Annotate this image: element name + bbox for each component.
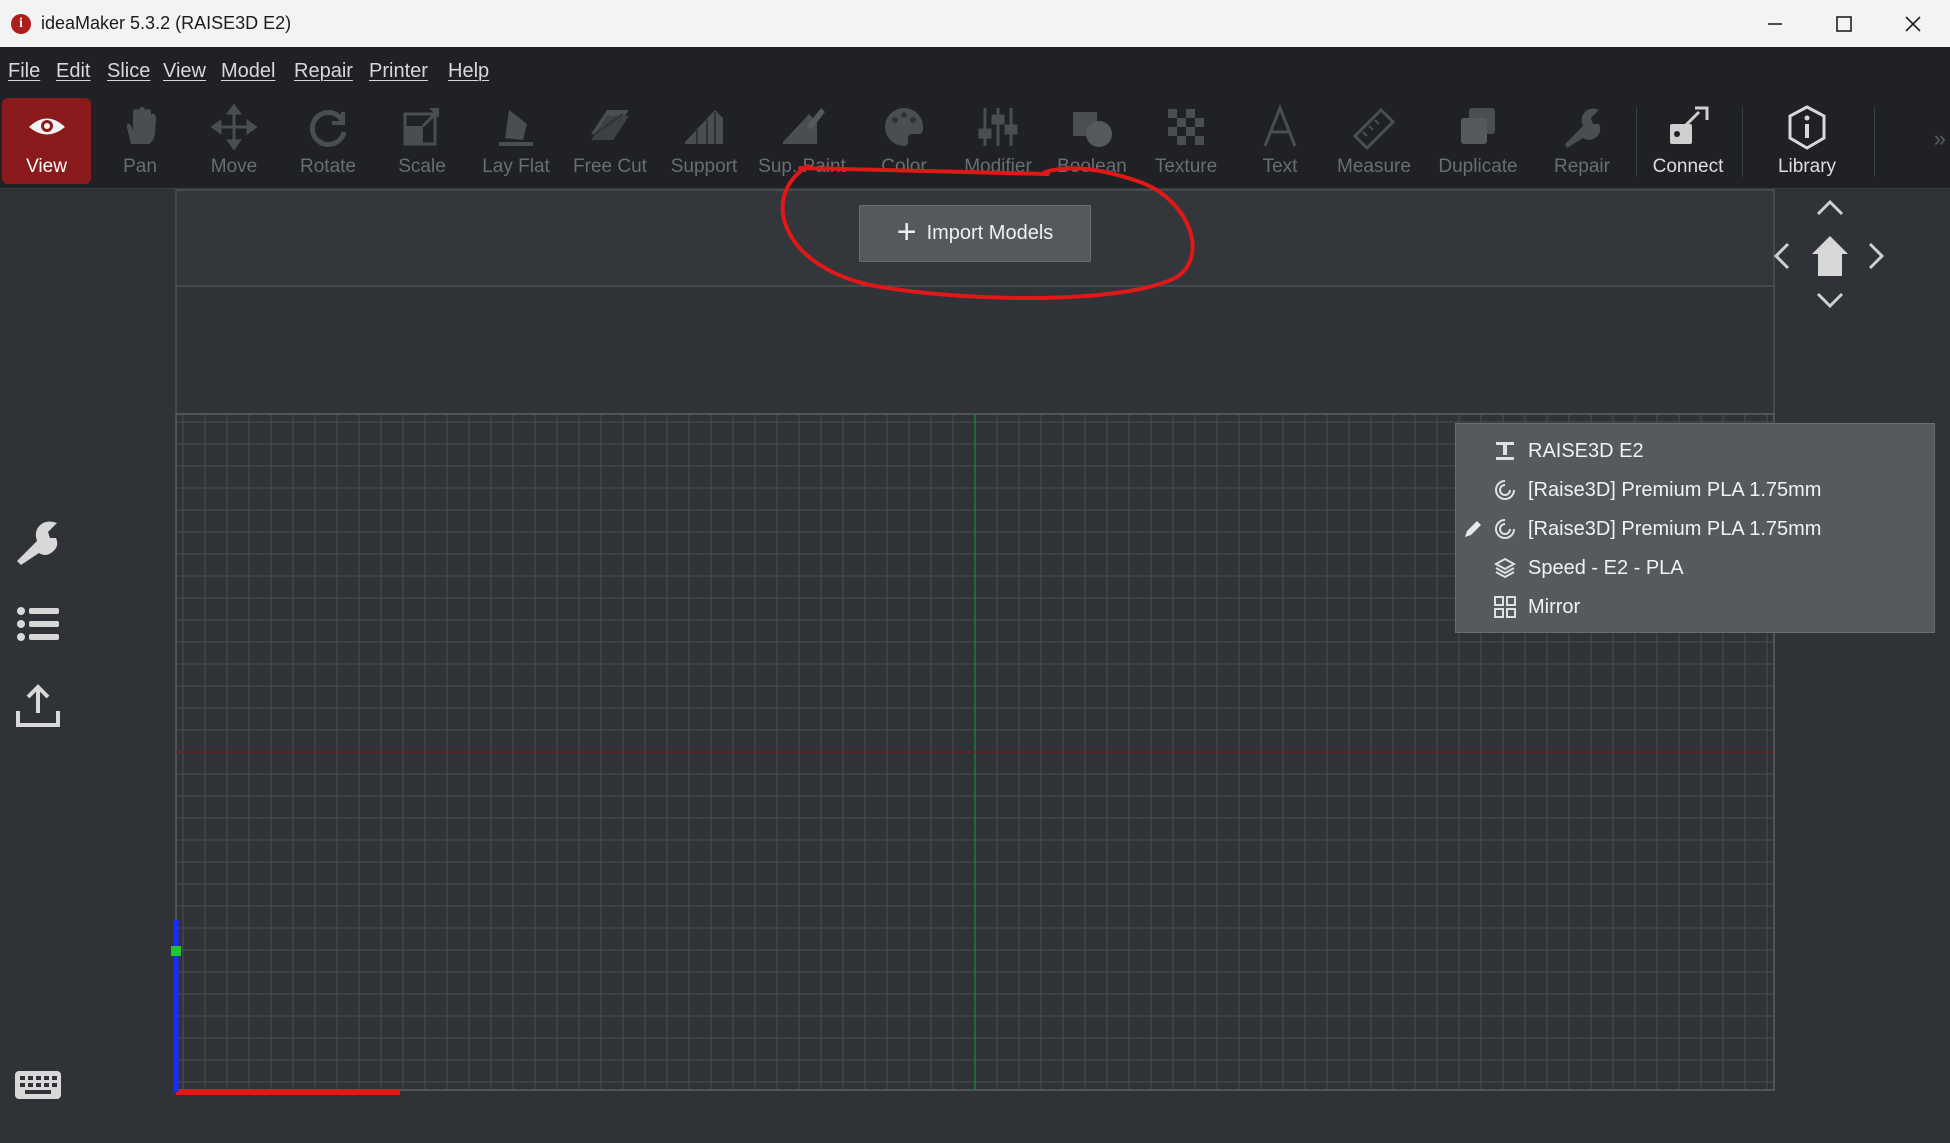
printer-icon (1496, 442, 1514, 460)
profile-print-mode[interactable]: Mirror (1456, 588, 1934, 626)
view-right-button[interactable] (1866, 236, 1888, 281)
view-up-button[interactable] (1810, 196, 1850, 223)
chevron-down-icon (1816, 292, 1844, 309)
keyboard-icon (15, 1071, 61, 1099)
export-button[interactable] (10, 678, 66, 734)
chevron-right-icon (1868, 242, 1885, 270)
wrench-icon (17, 521, 58, 565)
annotation-circle-stroke (798, 166, 1050, 176)
view-home-button[interactable] (1808, 232, 1852, 285)
chevron-left-icon (1773, 242, 1790, 270)
profile-filament-left[interactable]: [Raise3D] Premium PLA 1.75mm (1456, 471, 1934, 509)
view-left-button[interactable] (1770, 236, 1792, 281)
profile-printer[interactable]: RAISE3D E2 (1456, 432, 1934, 470)
import-models-label: Import Models (926, 222, 1054, 244)
profile-filament-right[interactable]: [Raise3D] Premium PLA 1.75mm (1456, 510, 1934, 548)
list-icon (17, 607, 59, 641)
pencil-icon[interactable] (1462, 518, 1484, 540)
filament-icon (1495, 519, 1515, 539)
import-models-button[interactable]: + Import Models (859, 205, 1091, 262)
profile-print-template[interactable]: Speed - E2 - PLA (1456, 549, 1934, 587)
mirror-grid-icon (1494, 596, 1516, 618)
layers-icon (1493, 557, 1517, 579)
keyboard-shortcuts-button[interactable] (10, 1057, 66, 1113)
printer-profile-panel: RAISE3D E2 [Raise3D] Premium PLA 1.75mm … (1455, 423, 1935, 633)
home-icon (1812, 236, 1848, 276)
plus-icon: + (896, 213, 917, 251)
settings-wrench-button[interactable] (10, 514, 66, 570)
upload-icon (16, 684, 60, 727)
filament-icon (1495, 480, 1515, 500)
model-list-button[interactable] (10, 596, 66, 652)
view-down-button[interactable] (1810, 290, 1850, 317)
y-axis-marker (171, 946, 181, 956)
chevron-up-icon (1816, 199, 1844, 216)
